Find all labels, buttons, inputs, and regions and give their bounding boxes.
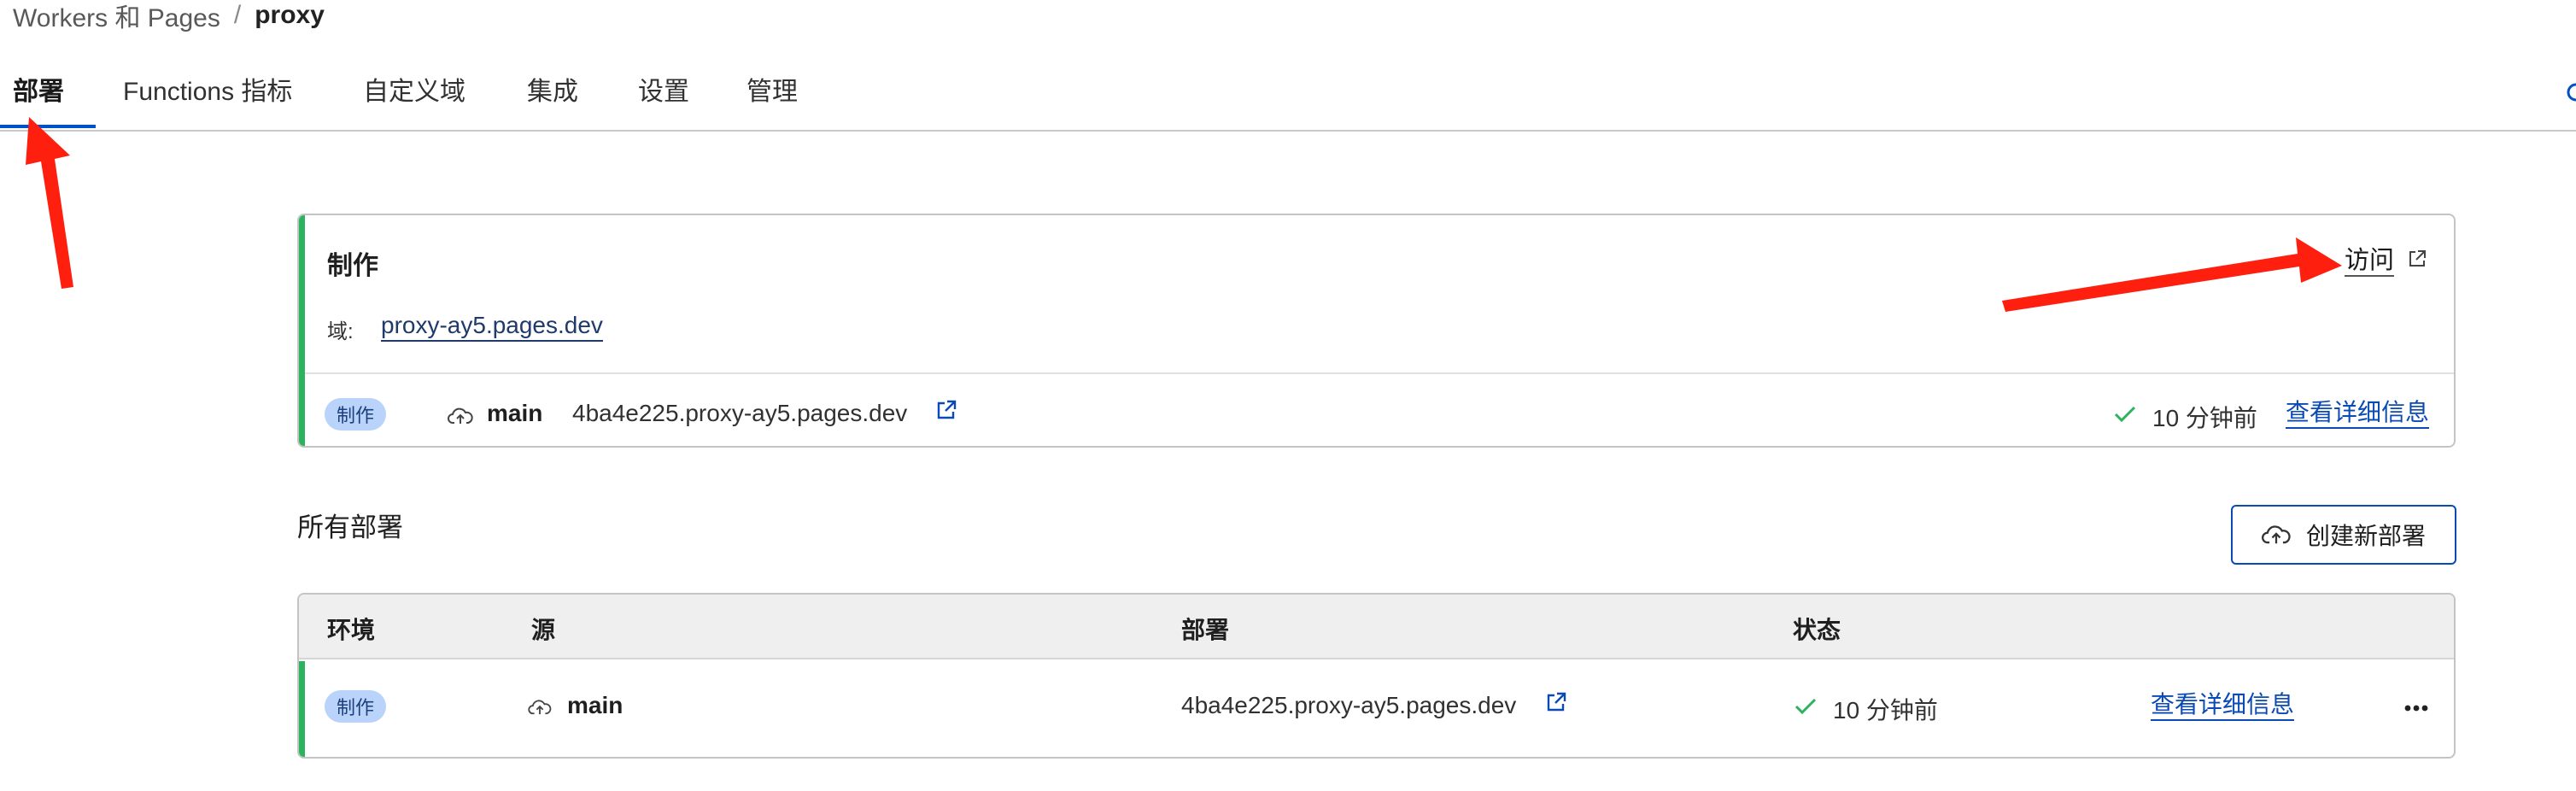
annotation-arrow [26,117,73,289]
production-domain-link[interactable]: proxy-ay5.pages.dev [381,311,603,342]
view-details-link[interactable]: 查看详细信息 [2286,398,2430,429]
create-deployment-label: 创建新部署 [2305,523,2426,549]
column-header-status: 状态 [1793,617,1841,643]
row-accent-bar [299,661,305,757]
tab-bar: 部署 Functions 指标 自定义域 集成 设置 管理 [0,62,2576,132]
all-deployments-title: 所有部署 [297,513,403,542]
tab-settings[interactable]: 设置 [638,70,689,114]
create-deployment-button[interactable]: 创建新部署 [2231,505,2456,565]
tab-deployments[interactable]: 部署 [13,70,64,114]
tab-custom-domains[interactable]: 自定义域 [363,70,465,114]
active-tab-indicator [0,125,96,128]
breadcrumb-separator: / [233,1,242,29]
table-header: 环境 源 部署 状态 [299,595,2454,659]
external-link-icon[interactable] [934,398,958,422]
view-details-link[interactable]: 查看详细信息 [2151,690,2295,721]
card-divider [305,372,2454,374]
deployments-table: 环境 源 部署 状态 制作 main 4ba4e225.proxy-ay5.pa… [297,593,2456,759]
breadcrumb-current: proxy [255,1,325,29]
table-row: 制作 main 4ba4e225.proxy-ay5.pages.dev 10 … [299,661,2454,757]
check-icon [1794,698,1817,715]
column-header-environment: 环境 [327,617,376,643]
cloud-upload-icon [448,407,473,424]
partial-icon[interactable] [2564,80,2576,104]
production-deployment-url[interactable]: 4ba4e225.proxy-ay5.pages.dev [572,400,907,427]
production-card: 制作 域: proxy-ay5.pages.dev 访问 制作 main 4ba… [297,214,2456,448]
row-status: 10 分钟前 [1833,697,1938,724]
breadcrumb-parent[interactable]: Workers 和 Pages [13,0,220,34]
row-source-branch: main [567,692,624,718]
environment-badge: 制作 [325,398,387,431]
visit-link[interactable]: 访问 [2344,246,2394,277]
domain-label: 域: [327,320,354,343]
check-icon [2114,406,2136,423]
production-branch: main [487,400,543,426]
more-icon[interactable] [2403,704,2429,712]
tab-integrations[interactable]: 集成 [527,70,578,114]
row-deployment-url[interactable]: 4ba4e225.proxy-ay5.pages.dev [1181,692,1516,719]
breadcrumb: Workers 和 Pages / proxy [13,0,325,34]
cloud-upload-icon [528,700,552,715]
production-accent-bar [299,215,305,446]
production-title: 制作 [327,252,378,280]
production-status: 10 分钟前 [2152,405,2257,431]
environment-badge: 制作 [325,690,387,723]
page: Workers 和 Pages / proxy 部署 Functions 指标 … [0,0,2576,791]
external-link-icon[interactable] [1544,690,1568,714]
tab-functions-metrics[interactable]: Functions 指标 [123,70,292,114]
external-link-icon[interactable] [2406,248,2428,270]
cloud-upload-icon [2262,525,2291,544]
column-header-source: 源 [531,617,556,643]
column-header-deployment: 部署 [1181,617,1230,643]
tab-manage[interactable]: 管理 [746,70,798,114]
